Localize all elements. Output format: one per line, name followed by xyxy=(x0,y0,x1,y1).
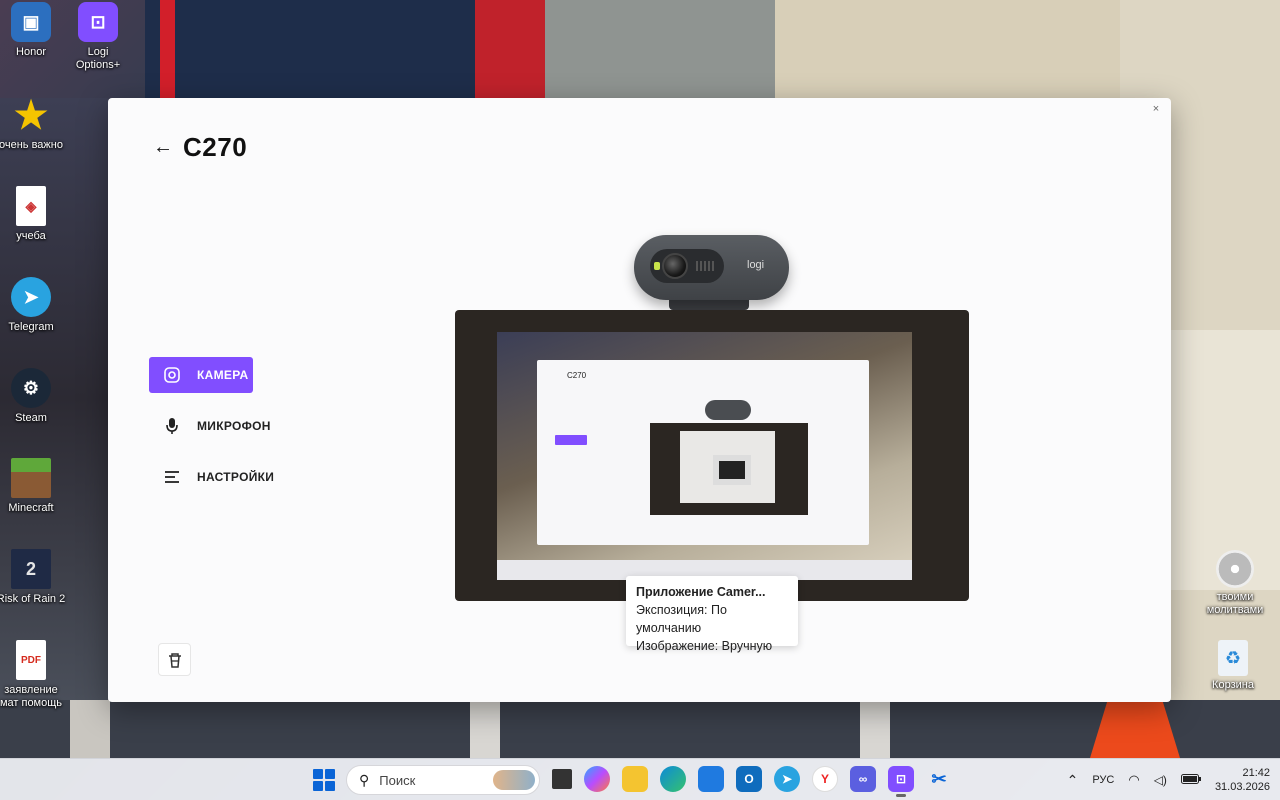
settings-icon xyxy=(163,468,181,486)
nav-item-settings[interactable]: НАСТРОЙКИ xyxy=(149,459,289,495)
camera-tooltip: Приложение Camer... Экспозиция: По умолч… xyxy=(626,576,798,653)
pdf-icon: PDF xyxy=(16,640,46,680)
windows-logo-quad xyxy=(313,769,323,779)
nav-label: НАСТРОЙКИ xyxy=(197,470,275,484)
desktop-icon-prayers[interactable]: твоими молитвами xyxy=(1190,550,1280,617)
clock-time: 21:42 xyxy=(1242,767,1270,779)
nav-label: МИКРОФОН xyxy=(197,419,271,433)
risk-of-rain-icon: 2 xyxy=(11,549,51,589)
yandex-browser-icon[interactable]: Y xyxy=(812,766,838,792)
taskbar-apps: O ➤ Y ∞ ⊡ ✂ xyxy=(552,766,952,797)
desktop-icon-important[interactable]: ★ очень важно xyxy=(0,95,69,152)
back-button[interactable]: ← xyxy=(153,136,173,159)
windows-logo-quad xyxy=(325,769,335,779)
clock[interactable]: 21:42 31.03.2026 xyxy=(1215,766,1270,794)
close-button[interactable]: × xyxy=(1147,102,1165,116)
taskbar: ⚲ Поиск O ➤ Y ∞ ⊡ ✂ ⌃ РУС ◠ ◁) 21:42 31.… xyxy=(0,758,1280,800)
webcam-lens xyxy=(662,253,688,279)
preview-inner-frame-nested xyxy=(713,455,751,485)
disc-icon xyxy=(1216,550,1254,588)
steam-icon: ⚙ xyxy=(11,368,51,408)
language-indicator[interactable]: РУС xyxy=(1092,774,1114,786)
store-icon[interactable] xyxy=(698,766,724,792)
system-tray: ⌃ РУС ◠ ◁) 21:42 31.03.2026 xyxy=(1067,759,1280,800)
battery-icon[interactable] xyxy=(1180,773,1201,787)
edge-icon[interactable] xyxy=(660,766,686,792)
telegram-icon[interactable]: ➤ xyxy=(774,766,800,792)
document-icon: ◈ xyxy=(16,186,46,226)
desktop-icon-logi-options[interactable]: ⊡ Logi Options+ xyxy=(60,2,136,72)
taskbar-search[interactable]: ⚲ Поиск xyxy=(346,765,540,795)
trash-icon xyxy=(168,652,181,668)
desktop-icon-telegram[interactable]: ➤ Telegram xyxy=(0,277,69,334)
remove-device-button[interactable] xyxy=(158,643,191,676)
nav-item-camera[interactable]: КАМЕРА xyxy=(149,357,253,393)
logi-options-icon: ⊡ xyxy=(78,2,118,42)
windows-logo-quad xyxy=(313,781,323,791)
computer-icon: ▣ xyxy=(11,2,51,42)
webcam-brand: logi xyxy=(747,259,765,271)
device-title: C270 xyxy=(183,132,248,162)
snipping-tool-icon[interactable]: ✂ xyxy=(926,766,952,792)
logi-options-window: × ← C270 КАМЕРА МИКРОФОН НАСТРОЙКИ logi … xyxy=(108,98,1171,702)
file-explorer-icon[interactable] xyxy=(622,766,648,792)
copilot-icon[interactable] xyxy=(584,766,610,792)
chevron-up-icon[interactable]: ⌃ xyxy=(1067,772,1079,789)
microphone-icon xyxy=(163,417,181,435)
desktop-icon-risk-of-rain[interactable]: 2 Risk of Rain 2 xyxy=(0,549,69,606)
window-controls: × xyxy=(1147,102,1165,116)
desktop-icon-steam[interactable]: ⚙ Steam xyxy=(0,368,69,425)
minecraft-icon xyxy=(11,458,51,498)
start-button[interactable] xyxy=(313,769,335,791)
windows-logo-quad xyxy=(325,781,335,791)
preview-webcam xyxy=(705,400,751,420)
tooltip-image: Изображение: Вручную xyxy=(636,639,773,653)
desktop-icon-minecraft[interactable]: Minecraft xyxy=(0,458,69,515)
webcam-image: logi xyxy=(634,235,789,300)
webcam-grille xyxy=(696,261,716,271)
recycle-bin-icon: ♻ xyxy=(1218,640,1248,676)
preview-nav-highlight xyxy=(555,435,587,445)
desktop-icon-study[interactable]: ◈ учеба xyxy=(0,186,69,243)
tooltip-exposure: Экспозиция: По умолчанию xyxy=(636,603,727,635)
volume-icon[interactable]: ◁) xyxy=(1154,773,1167,787)
star-icon: ★ xyxy=(13,94,49,137)
wifi-icon[interactable]: ◠ xyxy=(1128,772,1139,788)
logi-options-taskbar-icon[interactable]: ⊡ xyxy=(888,766,914,797)
search-placeholder: Поиск xyxy=(379,772,416,788)
desktop-icon-honor[interactable]: ▣ Honor xyxy=(0,2,69,59)
preview-title: C270 xyxy=(567,371,587,380)
camera-preview: C270 xyxy=(455,310,969,601)
side-nav: КАМЕРА МИКРОФОН НАСТРОЙКИ xyxy=(149,357,289,510)
nav-item-microphone[interactable]: МИКРОФОН xyxy=(149,408,289,444)
desktop-icon-pdf-application[interactable]: PDF заявление мат помощь xyxy=(0,640,69,710)
task-view-icon[interactable] xyxy=(552,769,572,789)
link-app-icon[interactable]: ∞ xyxy=(850,766,876,792)
outlook-icon[interactable]: O xyxy=(736,766,762,792)
nav-label: КАМЕРА xyxy=(197,368,249,382)
telegram-icon: ➤ xyxy=(11,277,51,317)
desktop-icon-recycle-bin[interactable]: ♻ Корзина xyxy=(1188,640,1278,692)
tooltip-title: Приложение Camer... xyxy=(636,585,766,599)
webcam-led xyxy=(654,262,660,270)
search-highlight-image xyxy=(493,770,535,790)
clock-date: 31.03.2026 xyxy=(1214,781,1270,793)
search-icon: ⚲ xyxy=(359,771,370,788)
camera-icon xyxy=(163,366,181,384)
